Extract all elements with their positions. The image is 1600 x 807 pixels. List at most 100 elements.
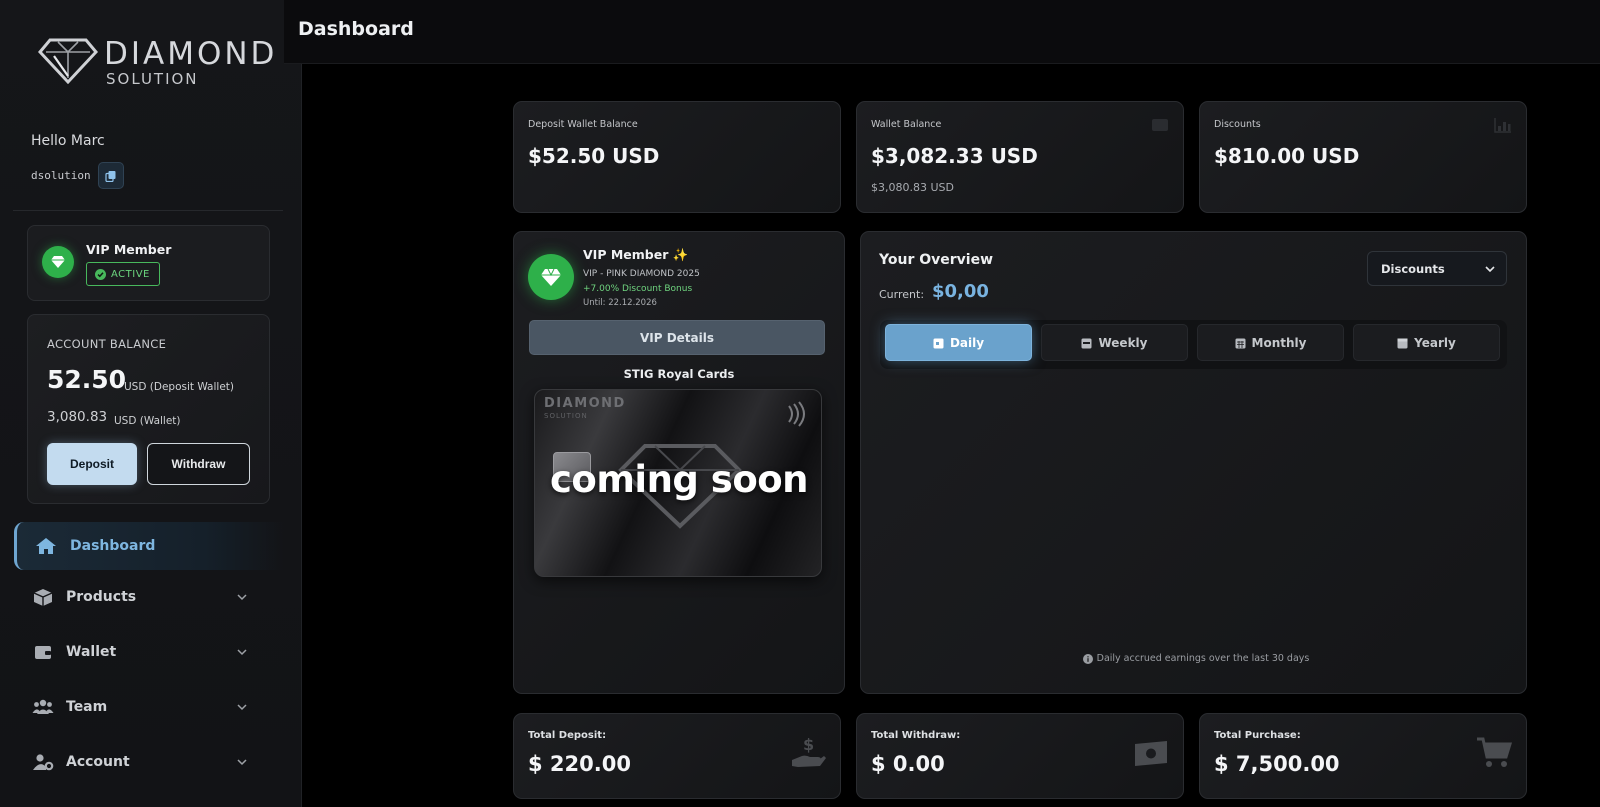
vip-member-box: VIP Member ACTIVE [27, 225, 270, 301]
coming-soon-overlay: coming soon [550, 458, 809, 501]
wallet-icon [35, 646, 51, 659]
overview-current-value: $0,00 [932, 281, 989, 302]
stat-sub-value: $3,080.83 USD [871, 181, 954, 194]
hand-dollar-icon: $ [792, 736, 826, 767]
tab-daily[interactable]: Daily [885, 324, 1032, 361]
wallet-icon [1152, 119, 1168, 131]
total-value: $ 0.00 [871, 752, 945, 776]
total-deposit-card: Total Deposit: $ 220.00 $ [513, 713, 841, 799]
check-circle-icon [95, 268, 106, 280]
chevron-down-icon [237, 704, 247, 711]
discounts-card: Discounts $810.00 USD [1199, 101, 1527, 213]
overview-metric-selected: Discounts [1381, 261, 1445, 276]
sidebar-item-label: Team [66, 699, 108, 715]
tab-label: Monthly [1251, 335, 1307, 350]
chevron-down-icon [237, 594, 247, 601]
info-icon [1082, 653, 1093, 664]
stat-value: $3,082.33 USD [871, 144, 1038, 168]
money-bill-icon [1135, 741, 1167, 766]
wallet-unit: USD (Wallet) [114, 415, 181, 427]
total-value: $ 7,500.00 [1214, 752, 1340, 776]
withdraw-button[interactable]: Withdraw [147, 443, 250, 485]
overview-card: Your Overview Current: $0,00 Discounts D… [860, 231, 1527, 694]
deposit-wallet-unit: USD (Deposit Wallet) [124, 381, 234, 393]
sidebar-item-team[interactable]: Team [14, 683, 284, 731]
calendar-year-icon [1397, 338, 1408, 348]
top-header: Dashboard [284, 0, 1600, 64]
tab-yearly[interactable]: Yearly [1353, 324, 1500, 361]
shopping-cart-icon [1477, 737, 1512, 767]
account-balance-label: ACCOUNT BALANCE [47, 337, 167, 351]
sidebar-item-products[interactable]: Products [14, 573, 284, 621]
overview-note: Daily accrued earnings over the last 30 … [861, 653, 1531, 664]
overview-note-text: Daily accrued earnings over the last 30 … [1096, 653, 1310, 664]
tab-label: Daily [949, 335, 985, 350]
total-label: Total Deposit: [528, 730, 607, 741]
vip-tier: VIP - PINK DIAMOND 2025 [583, 269, 700, 279]
logo-line-1: DIAMOND [104, 36, 278, 72]
chevron-down-icon [237, 759, 247, 766]
total-value: $ 220.00 [528, 752, 631, 776]
logo-line-2: SOLUTION [106, 70, 199, 88]
total-withdraw-card: Total Withdraw: $ 0.00 [856, 713, 1184, 799]
total-purchase-card: Total Purchase: $ 7,500.00 [1199, 713, 1527, 799]
stat-label: Wallet Balance [871, 119, 942, 130]
total-label: Total Withdraw: [871, 730, 961, 741]
card-brand: DIAMOND [544, 396, 626, 411]
box-icon [33, 589, 53, 606]
copy-icon [105, 170, 116, 182]
overview-metric-select[interactable]: Discounts [1367, 251, 1507, 286]
calendar-month-icon [1235, 338, 1246, 348]
sidebar-item-label: Products [66, 589, 137, 605]
vip-card-title: VIP Member ✨ [583, 247, 688, 263]
deposit-wallet-balance-card: Deposit Wallet Balance $52.50 USD [513, 101, 841, 213]
account-balance-box: ACCOUNT BALANCE 52.50 USD (Deposit Walle… [27, 314, 270, 504]
deposit-button[interactable]: Deposit [47, 443, 137, 485]
overview-current-label: Current: [879, 288, 925, 301]
sparkle-icon: ✨ [672, 247, 689, 262]
vip-status-badge: ACTIVE [86, 262, 160, 286]
vip-valid-until: Until: 22.12.2026 [583, 298, 657, 308]
contactless-icon [788, 401, 805, 427]
bar-chart-icon [1494, 118, 1511, 133]
logo[interactable]: DIAMOND SOLUTION [38, 34, 274, 90]
stat-label: Deposit Wallet Balance [528, 119, 638, 130]
tab-monthly[interactable]: Monthly [1197, 324, 1344, 361]
sidebar-item-label: Wallet [66, 644, 117, 660]
tab-weekly[interactable]: Weekly [1041, 324, 1188, 361]
total-label: Total Purchase: [1214, 730, 1301, 741]
chevron-down-icon [237, 649, 247, 656]
vip-status-text: ACTIVE [111, 268, 150, 280]
wallet-amount: 3,080.83 [47, 409, 108, 425]
team-icon [32, 699, 54, 714]
deposit-wallet-amount: 52.50 [47, 365, 127, 394]
sidebar-item-account[interactable]: Account [14, 738, 284, 786]
calendar-week-icon [1081, 338, 1092, 348]
diamond-badge-icon [528, 254, 574, 300]
tab-label: Weekly [1098, 335, 1148, 350]
vip-member-card: VIP Member ✨ VIP - PINK DIAMOND 2025 +7.… [513, 231, 845, 694]
tab-label: Yearly [1414, 335, 1456, 350]
card-brand-sub: SOLUTION [544, 412, 588, 420]
diamond-logo-icon [38, 38, 98, 84]
greeting: Hello Marc [31, 133, 105, 149]
diamond-badge-icon [42, 246, 74, 278]
sidebar-item-wallet[interactable]: Wallet [14, 628, 284, 676]
stat-value: $52.50 USD [528, 144, 660, 168]
stat-label: Discounts [1214, 119, 1261, 130]
royal-card-image: DIAMOND SOLUTION coming soon [534, 389, 822, 577]
sidebar-divider [13, 210, 283, 211]
period-tabs: Daily Weekly Monthly Yearly [880, 320, 1507, 369]
home-icon [36, 538, 56, 554]
sidebar: DIAMOND SOLUTION Hello Marc dsolution VI… [0, 0, 302, 807]
vip-details-button[interactable]: VIP Details [529, 320, 825, 355]
copy-username-button[interactable] [98, 162, 124, 189]
vip-discount-bonus: +7.00% Discount Bonus [583, 284, 693, 294]
sidebar-item-label: Dashboard [70, 538, 156, 554]
sidebar-item-label: Account [66, 754, 130, 770]
vip-card-title-text: VIP Member [583, 247, 669, 262]
username: dsolution [31, 169, 91, 182]
overview-title: Your Overview [879, 252, 993, 268]
royal-cards-title: STIG Royal Cards [623, 367, 735, 381]
sidebar-item-dashboard[interactable]: Dashboard [14, 522, 284, 570]
